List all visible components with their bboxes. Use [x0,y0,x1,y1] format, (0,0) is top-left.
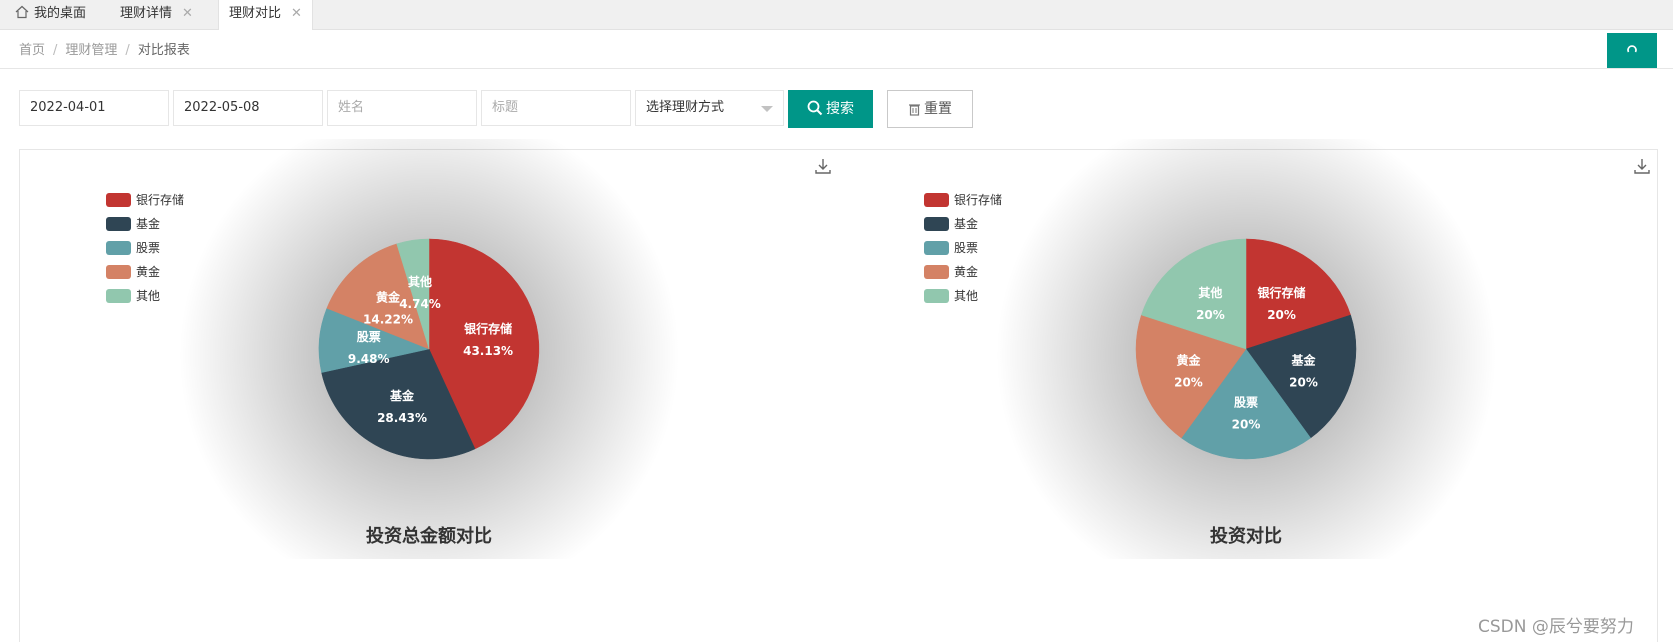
legend-swatch [924,289,949,303]
legend-item[interactable]: 黄金 [106,260,184,284]
legend-item[interactable]: 基金 [106,212,184,236]
breadcrumb-separator: / [53,43,58,58]
slice-label: 其他 [1198,285,1222,300]
chart-title-1: 投资总金额对比 [366,526,492,547]
chevron-down-icon [761,106,773,112]
slice-value: 20% [1174,376,1203,390]
legend-swatch [924,265,949,279]
legend-item[interactable]: 银行存储 [924,188,1002,212]
legend-swatch [106,241,131,255]
search-icon [807,100,823,116]
legend-swatch [924,241,949,255]
tab-desktop[interactable]: 我的桌面 [5,0,96,29]
legend-label: 其他 [954,289,979,303]
legend-label: 其他 [136,289,161,303]
trash-icon [909,104,920,116]
search-button[interactable]: 搜索 [788,90,873,128]
slice-label: 银行存储 [1258,285,1306,300]
slice-value: 20% [1289,376,1318,390]
legend-item[interactable]: 其他 [924,284,1002,308]
slice-value: 43.13% [463,344,513,358]
legend-label: 黄金 [136,265,161,279]
name-input[interactable]: 姓名 [327,90,477,126]
legend-item[interactable]: 基金 [924,212,1002,236]
tab-label: 理财对比 [229,6,282,21]
pie-chart-investment-total: 银行存储 43.13% 基金 28.43% 股票 9.48% 黄金 14.22% 其他 4.74% [179,139,679,559]
legend-label: 黄金 [954,265,979,279]
legend-item[interactable]: 黄金 [924,260,1002,284]
close-icon[interactable]: ✕ [291,6,302,21]
legend-label: 股票 [136,241,161,255]
reset-label: 重置 [924,101,952,117]
chart-legend-1: 银行存储 基金 股票 黄金 其他 [106,188,184,308]
slice-label: 黄金 [376,290,401,305]
slice-label: 银行存储 [464,321,512,336]
slice-label: 股票 [357,329,381,344]
slice-value: 4.74% [399,297,441,311]
breadcrumb: 首页 / 理财管理 / 对比报表 [19,39,190,58]
slice-value: 20% [1196,308,1225,322]
legend-label: 银行存储 [136,193,185,207]
legend-label: 基金 [954,217,979,231]
breadcrumb-separator: / [125,43,130,58]
legend-label: 银行存储 [954,193,1003,207]
close-icon[interactable]: ✕ [182,6,193,21]
tab-label: 我的桌面 [34,6,87,21]
breadcrumb-current: 对比报表 [137,43,190,58]
slice-value: 20% [1267,308,1296,322]
search-label: 搜索 [826,101,854,117]
slice-value: 14.22% [363,313,413,327]
watermark: CSDN @辰兮要努力 [1478,617,1634,637]
method-select-value: 选择理财方式 [646,100,725,115]
legend-item[interactable]: 其他 [106,284,184,308]
breadcrumb-home[interactable]: 首页 [19,43,45,58]
tab-label: 理财详情 [120,6,173,21]
download-icon[interactable] [814,157,832,175]
slice-label: 股票 [1234,395,1258,410]
method-select[interactable]: 选择理财方式 [635,90,784,126]
chart-legend-2: 银行存储 基金 股票 黄金 其他 [924,188,1002,308]
legend-label: 基金 [136,217,161,231]
start-date-input[interactable]: 2022-04-01 [19,90,169,126]
legend-swatch [106,193,131,207]
slice-label: 基金 [389,388,415,403]
tab-finance-compare[interactable]: 理财对比 ✕ [218,0,313,30]
legend-item[interactable]: 股票 [106,236,184,260]
download-icon[interactable] [1633,157,1651,175]
legend-swatch [106,289,131,303]
end-date-input[interactable]: 2022-05-08 [173,90,323,126]
chart-title-2: 投资对比 [1210,526,1282,547]
legend-item[interactable]: 银行存储 [106,188,184,212]
breadcrumb-finance[interactable]: 理财管理 [65,43,117,58]
tab-finance-detail[interactable]: 理财详情 ✕ [110,0,203,29]
refresh-icon [1627,45,1637,53]
pie-chart-investment: 银行存储 20% 基金 20% 股票 20% 黄金 20% 其他 20% [996,139,1496,559]
reset-button[interactable]: 重置 [887,90,973,128]
slice-label: 其他 [408,274,432,289]
refresh-button[interactable] [1607,33,1657,68]
legend-swatch [924,217,949,231]
tab-bar: 我的桌面 理财详情 ✕ 理财对比 ✕ [0,0,1673,30]
legend-swatch [106,217,131,231]
legend-item[interactable]: 股票 [924,236,1002,260]
slice-value: 9.48% [348,352,390,366]
slice-value: 28.43% [377,411,427,425]
legend-label: 股票 [954,241,979,255]
breadcrumb-bar: 首页 / 理财管理 / 对比报表 [0,30,1673,69]
slice-label: 基金 [1291,353,1317,368]
slice-value: 20% [1232,418,1261,432]
slice-label: 黄金 [1176,353,1201,368]
legend-swatch [924,193,949,207]
title-input[interactable]: 标题 [481,90,631,126]
legend-swatch [106,265,131,279]
home-icon [15,5,29,19]
